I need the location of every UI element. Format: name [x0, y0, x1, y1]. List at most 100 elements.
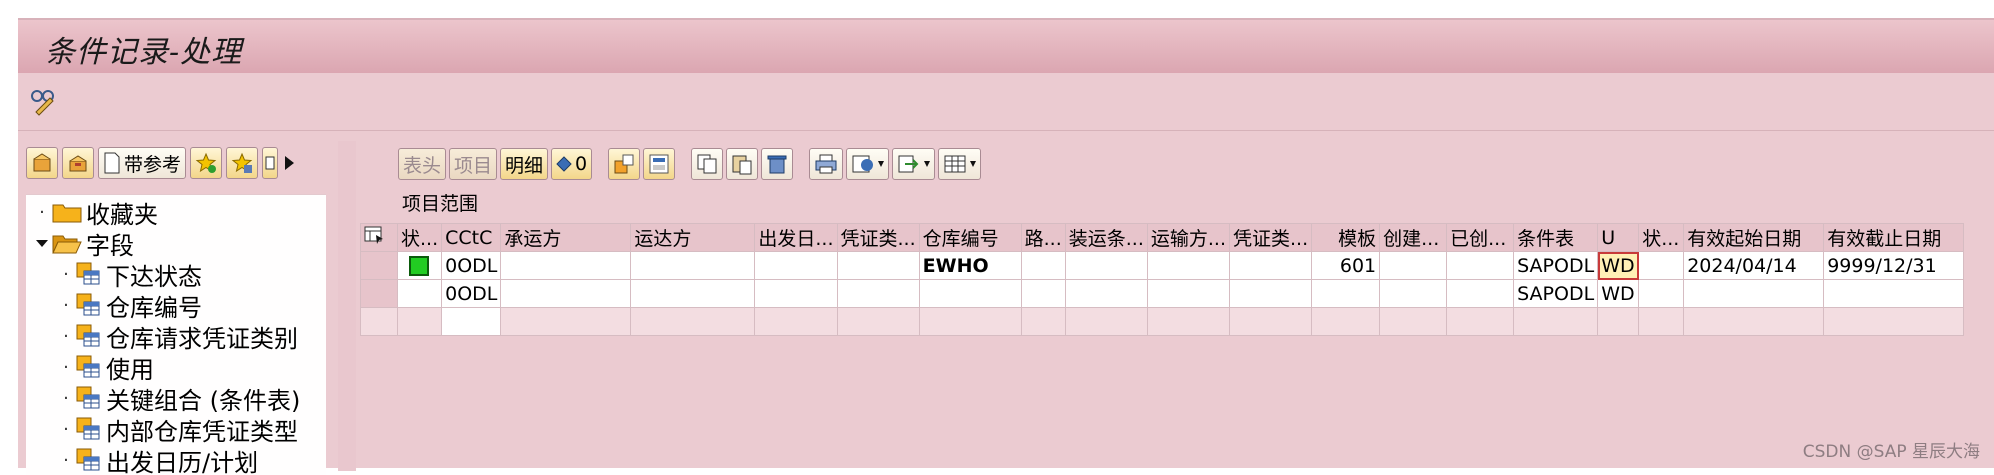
table-cell[interactable]: [501, 252, 631, 280]
column-header[interactable]: 条件表: [1514, 224, 1598, 252]
views-button[interactable]: [846, 148, 889, 180]
table-cell[interactable]: [1147, 280, 1229, 308]
table-cell[interactable]: 9999/12/31: [1824, 252, 1964, 280]
delete-button[interactable]: [761, 148, 793, 180]
table-cell[interactable]: WD: [1598, 252, 1639, 280]
table-cell[interactable]: [1230, 252, 1312, 280]
input-cell[interactable]: [442, 308, 501, 336]
table-cell[interactable]: [837, 280, 919, 308]
tree-item-fields[interactable]: 字段: [32, 228, 134, 258]
detail-button[interactable]: 明细: [500, 148, 548, 180]
table-cell[interactable]: [1065, 280, 1147, 308]
add-favorite-button[interactable]: [190, 147, 222, 179]
with-reference-button[interactable]: 带参考: [98, 147, 186, 179]
table-cell[interactable]: [1598, 308, 1639, 336]
table-cell[interactable]: 0ODL: [442, 280, 501, 308]
delete-favorite-button[interactable]: [226, 147, 258, 179]
table-cell[interactable]: [1380, 308, 1447, 336]
create-condition-button[interactable]: [608, 148, 640, 180]
table-cell[interactable]: [1147, 252, 1229, 280]
print-button[interactable]: [809, 148, 843, 180]
more-toolbar-button[interactable]: [262, 147, 278, 179]
display-change-icon[interactable]: [28, 86, 58, 116]
table-cell[interactable]: WD: [1598, 280, 1639, 308]
table-cell[interactable]: [398, 308, 442, 336]
table-cell[interactable]: 601: [1312, 252, 1380, 280]
table-cell[interactable]: [1021, 308, 1065, 336]
table-cell[interactable]: [1021, 252, 1065, 280]
column-header[interactable]: 承运方: [501, 224, 631, 252]
table-cell[interactable]: [1021, 280, 1065, 308]
table-cell[interactable]: SAPODL: [1514, 252, 1598, 280]
column-header[interactable]: 路...: [1021, 224, 1065, 252]
scroll-right-icon[interactable]: [282, 154, 296, 172]
table-cell[interactable]: [1824, 280, 1964, 308]
table-cell[interactable]: [501, 280, 631, 308]
expand-all-button[interactable]: [26, 147, 58, 179]
tree-item-favorites[interactable]: · 收藏夹: [32, 197, 158, 227]
count-button[interactable]: 0: [551, 148, 592, 180]
column-header[interactable]: 创建...: [1380, 224, 1447, 252]
table-cell[interactable]: [755, 308, 837, 336]
tree-item-field[interactable]: · 下达状态: [56, 259, 202, 289]
column-header[interactable]: 已创...: [1447, 224, 1514, 252]
table-cell[interactable]: [1684, 280, 1824, 308]
table-cell[interactable]: [837, 252, 919, 280]
expanded-arrow-icon[interactable]: [32, 233, 52, 253]
table-cell[interactable]: [1514, 308, 1598, 336]
table-cell[interactable]: [1639, 252, 1684, 280]
select-all-header[interactable]: [361, 224, 398, 252]
table-cell[interactable]: [1312, 280, 1380, 308]
table-cell[interactable]: [501, 308, 631, 336]
tree-item-field[interactable]: · 仓库请求凭证类别: [56, 321, 298, 351]
row-selector[interactable]: [361, 280, 398, 308]
row-selector[interactable]: [361, 252, 398, 280]
table-cell[interactable]: [1065, 308, 1147, 336]
table-cell[interactable]: [1065, 252, 1147, 280]
export-button[interactable]: [892, 148, 935, 180]
column-header[interactable]: 状...: [398, 224, 442, 252]
collapse-all-button[interactable]: [62, 147, 94, 179]
table-cell[interactable]: 0ODL: [442, 252, 501, 280]
table-cell[interactable]: [755, 280, 837, 308]
column-header[interactable]: 凭证类...: [1230, 224, 1312, 252]
table-cell[interactable]: [1824, 308, 1964, 336]
table-cell[interactable]: [919, 308, 1021, 336]
tree-item-field[interactable]: · 使用: [56, 352, 154, 382]
column-header[interactable]: 出发日...: [755, 224, 837, 252]
table-cell[interactable]: [1684, 308, 1824, 336]
layout-button[interactable]: [938, 148, 981, 180]
column-header[interactable]: 有效起始日期: [1684, 224, 1824, 252]
table-cell[interactable]: [631, 308, 755, 336]
header-button[interactable]: 表头: [398, 148, 446, 180]
column-header[interactable]: 模板: [1312, 224, 1380, 252]
table-cell[interactable]: [1380, 280, 1447, 308]
table-cell[interactable]: [919, 280, 1021, 308]
column-header[interactable]: 状...: [1639, 224, 1684, 252]
tree-item-field[interactable]: · 关键组合 (条件表): [56, 383, 300, 413]
paste-button[interactable]: [726, 148, 758, 180]
column-header[interactable]: 凭证类...: [837, 224, 919, 252]
item-button[interactable]: 项目: [449, 148, 497, 180]
table-cell[interactable]: [1447, 308, 1514, 336]
tree-item-field[interactable]: · 出发日历/计划: [56, 445, 258, 475]
table-cell[interactable]: [1380, 252, 1447, 280]
change-condition-button[interactable]: [643, 148, 675, 180]
table-cell[interactable]: [1147, 308, 1229, 336]
column-header[interactable]: 装运条...: [1065, 224, 1147, 252]
table-cell[interactable]: [1230, 308, 1312, 336]
column-header[interactable]: 运达方: [631, 224, 755, 252]
tree-item-field[interactable]: · 仓库编号: [56, 290, 202, 320]
column-header[interactable]: 仓库编号: [919, 224, 1021, 252]
row-selector[interactable]: [361, 308, 398, 336]
table-cell[interactable]: 2024/04/14: [1684, 252, 1824, 280]
column-header[interactable]: 有效截止日期: [1824, 224, 1964, 252]
copy-button[interactable]: [691, 148, 723, 180]
table-cell[interactable]: [631, 252, 755, 280]
table-cell[interactable]: SAPODL: [1514, 280, 1598, 308]
table-cell[interactable]: EWHO: [919, 252, 1021, 280]
table-cell[interactable]: [1230, 280, 1312, 308]
table-cell[interactable]: [1447, 252, 1514, 280]
table-cell[interactable]: [755, 252, 837, 280]
table-cell[interactable]: [837, 308, 919, 336]
